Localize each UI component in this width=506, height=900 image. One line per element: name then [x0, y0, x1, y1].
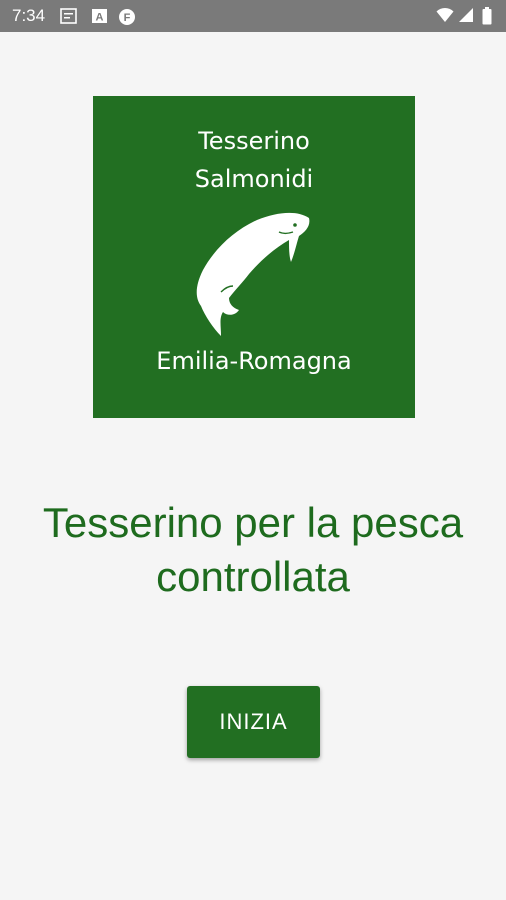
svg-text:A: A	[96, 12, 104, 24]
battery-icon	[482, 7, 492, 25]
logo-region: Emilia-Romagna	[156, 347, 352, 375]
status-time: 7:34	[12, 6, 46, 25]
signal-icon	[459, 8, 473, 22]
notification-f-icon: F	[118, 8, 135, 25]
svg-text:F: F	[124, 12, 131, 24]
start-button[interactable]: INIZIA	[187, 686, 320, 758]
status-bar: 7:34 A F	[0, 0, 506, 32]
page-title: Tesserino per la pesca controllata	[10, 496, 496, 604]
page-title-line2: controllata	[156, 553, 350, 600]
logo-title-line1: Tesserino	[198, 127, 310, 155]
notification-box-icon	[60, 8, 77, 24]
logo-title: Tesserino Salmonidi	[93, 122, 415, 198]
wifi-icon	[436, 7, 454, 22]
app-logo: Tesserino Salmonidi Emilia-Romagna	[93, 96, 415, 418]
status-system-icons	[436, 7, 496, 25]
fish-icon	[196, 212, 310, 336]
logo-title-line2: Salmonidi	[194, 165, 314, 193]
notification-a-icon: A	[91, 8, 108, 24]
page-title-line1: Tesserino per la pesca	[42, 499, 464, 546]
